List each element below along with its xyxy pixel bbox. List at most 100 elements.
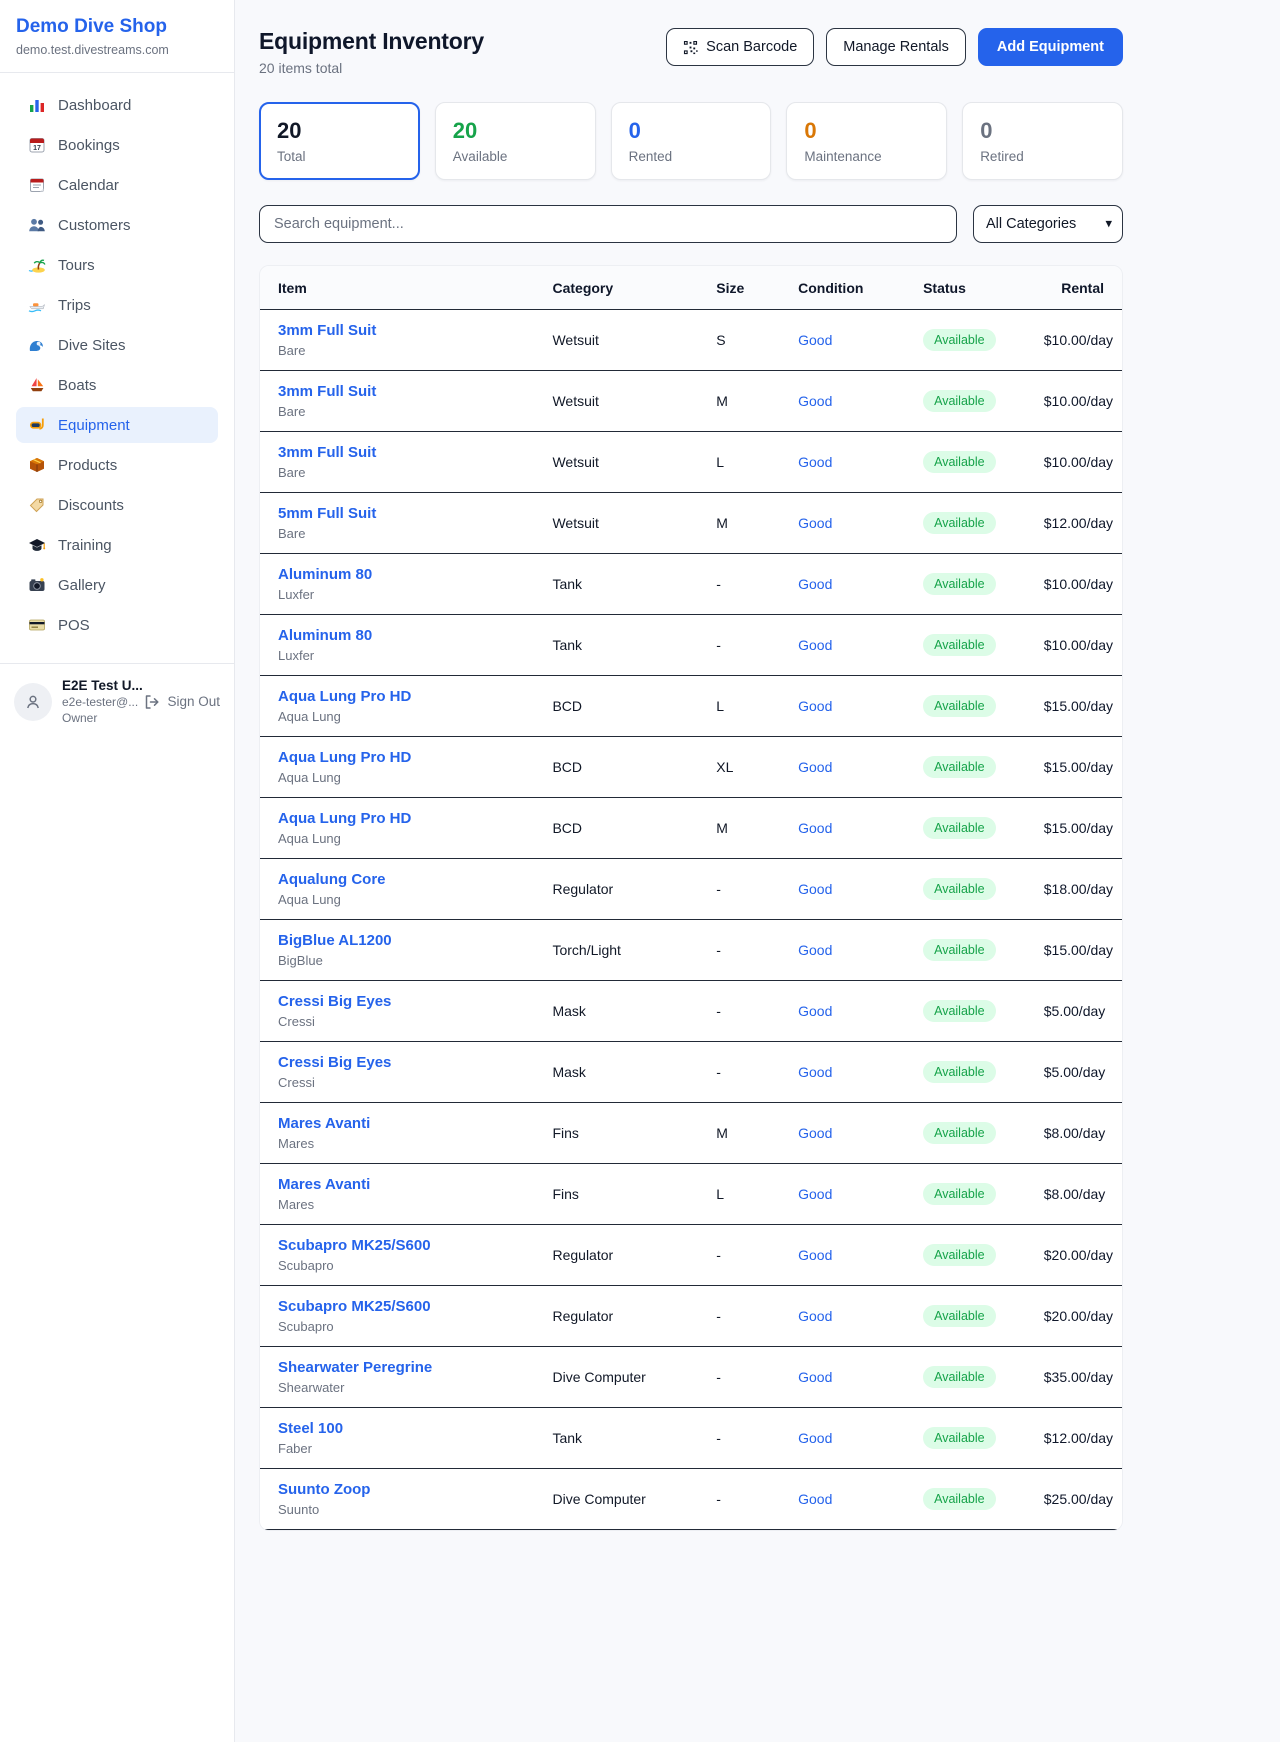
condition-link[interactable]: Good — [798, 698, 832, 714]
stat-value: 0 — [629, 118, 754, 144]
item-name-link[interactable]: Cressi Big Eyes — [278, 1054, 536, 1071]
stat-card[interactable]: 20 Available — [435, 102, 596, 180]
item-name-link[interactable]: Mares Avanti — [278, 1176, 536, 1193]
sidebar-item[interactable]: 17 Bookings — [16, 127, 218, 163]
table-row: Steel 100 Faber Tank - Good Available — [260, 1408, 1122, 1469]
search-input[interactable] — [259, 205, 957, 243]
status-badge: Available — [923, 1305, 996, 1327]
item-brand: BigBlue — [278, 953, 536, 968]
condition-link[interactable]: Good — [798, 1308, 832, 1324]
sidebar-item[interactable]: Customers — [16, 207, 218, 243]
condition-link[interactable]: Good — [798, 393, 832, 409]
stat-card[interactable]: 0 Retired — [962, 102, 1123, 180]
sidebar-item[interactable]: Dive Sites — [16, 327, 218, 363]
stat-card[interactable]: 20 Total — [259, 102, 420, 180]
stat-card[interactable]: 0 Maintenance — [786, 102, 947, 180]
user-name: E2E Test U... — [62, 678, 133, 693]
condition-link[interactable]: Good — [798, 1369, 832, 1385]
item-name-link[interactable]: Suunto Zoop — [278, 1481, 536, 1498]
page-title: Equipment Inventory — [259, 28, 484, 55]
item-category: Mask — [544, 981, 708, 1042]
add-equipment-button[interactable]: Add Equipment — [978, 28, 1123, 66]
item-name-link[interactable]: Aqua Lung Pro HD — [278, 810, 536, 827]
item-name-link[interactable]: Scubapro MK25/S600 — [278, 1298, 536, 1315]
item-name-link[interactable]: Steel 100 — [278, 1420, 536, 1437]
item-size: M — [708, 1103, 790, 1164]
sidebar-item-label: Customers — [58, 217, 131, 234]
item-name-link[interactable]: Mares Avanti — [278, 1115, 536, 1132]
add-equipment-label: Add Equipment — [997, 39, 1104, 55]
sidebar-item-label: Discounts — [58, 497, 124, 514]
item-name-link[interactable]: Shearwater Peregrine — [278, 1359, 536, 1376]
table-row: Mares Avanti Mares Fins L Good Available — [260, 1164, 1122, 1225]
item-name-link[interactable]: BigBlue AL1200 — [278, 932, 536, 949]
condition-link[interactable]: Good — [798, 1125, 832, 1141]
item-name-link[interactable]: Aqua Lung Pro HD — [278, 749, 536, 766]
sidebar-item[interactable]: Training — [16, 527, 218, 563]
rental-rate: $5.00/day — [1036, 981, 1122, 1042]
sidebar-nav: Dashboard 17 Bookings Calendar Customers… — [0, 73, 234, 653]
category-select[interactable]: All Categories — [973, 205, 1123, 243]
item-name-link[interactable]: Aqualung Core — [278, 871, 536, 888]
condition-link[interactable]: Good — [798, 1064, 832, 1080]
graduation-cap-icon — [28, 536, 46, 554]
status-badge: Available — [923, 451, 996, 473]
condition-link[interactable]: Good — [798, 942, 832, 958]
scan-barcode-button[interactable]: Scan Barcode — [666, 28, 814, 66]
condition-link[interactable]: Good — [798, 332, 832, 348]
rental-rate: $15.00/day — [1036, 737, 1122, 798]
item-name-link[interactable]: Cressi Big Eyes — [278, 993, 536, 1010]
status-badge: Available — [923, 878, 996, 900]
sidebar-item[interactable]: Trips — [16, 287, 218, 323]
condition-link[interactable]: Good — [798, 1186, 832, 1202]
table-row: Scubapro MK25/S600 Scubapro Regulator - … — [260, 1225, 1122, 1286]
manage-rentals-button[interactable]: Manage Rentals — [826, 28, 966, 66]
condition-link[interactable]: Good — [798, 1491, 832, 1507]
item-brand: Faber — [278, 1441, 536, 1456]
sidebar-item[interactable]: Equipment — [16, 407, 218, 443]
sidebar-item[interactable]: Calendar — [16, 167, 218, 203]
user-role: Owner — [62, 711, 133, 725]
item-category: Fins — [544, 1164, 708, 1225]
condition-link[interactable]: Good — [798, 637, 832, 653]
condition-link[interactable]: Good — [798, 820, 832, 836]
item-name-link[interactable]: Aluminum 80 — [278, 627, 536, 644]
sidebar-item[interactable]: Boats — [16, 367, 218, 403]
item-name-link[interactable]: 3mm Full Suit — [278, 322, 536, 339]
item-name-link[interactable]: Scubapro MK25/S600 — [278, 1237, 536, 1254]
speedboat-icon — [28, 296, 46, 314]
sidebar-item[interactable]: Products — [16, 447, 218, 483]
condition-link[interactable]: Good — [798, 1247, 832, 1263]
item-name-link[interactable]: Aqua Lung Pro HD — [278, 688, 536, 705]
sidebar-item[interactable]: POS — [16, 607, 218, 643]
condition-link[interactable]: Good — [798, 454, 832, 470]
sidebar-item[interactable]: Tours — [16, 247, 218, 283]
item-size: L — [708, 432, 790, 493]
item-size: - — [708, 615, 790, 676]
item-brand: Scubapro — [278, 1319, 536, 1334]
table-row: Cressi Big Eyes Cressi Mask - Good Avail… — [260, 1042, 1122, 1103]
sidebar-item[interactable]: Discounts — [16, 487, 218, 523]
item-name-link[interactable]: 5mm Full Suit — [278, 505, 536, 522]
item-name-link[interactable]: 3mm Full Suit — [278, 444, 536, 461]
table-row: BigBlue AL1200 BigBlue Torch/Light - Goo… — [260, 920, 1122, 981]
condition-link[interactable]: Good — [798, 515, 832, 531]
table-row: 3mm Full Suit Bare Wetsuit L Good Availa… — [260, 432, 1122, 493]
condition-link[interactable]: Good — [798, 759, 832, 775]
avatar — [14, 683, 52, 721]
sidebar-item[interactable]: Gallery — [16, 567, 218, 603]
condition-link[interactable]: Good — [798, 576, 832, 592]
sidebar-item[interactable]: Dashboard — [16, 87, 218, 123]
condition-link[interactable]: Good — [798, 881, 832, 897]
item-name-link[interactable]: 3mm Full Suit — [278, 383, 536, 400]
item-category: Dive Computer — [544, 1469, 708, 1530]
status-badge: Available — [923, 1000, 996, 1022]
condition-link[interactable]: Good — [798, 1430, 832, 1446]
condition-link[interactable]: Good — [798, 1003, 832, 1019]
stat-card[interactable]: 0 Rented — [611, 102, 772, 180]
item-name-link[interactable]: Aluminum 80 — [278, 566, 536, 583]
item-size: - — [708, 1347, 790, 1408]
item-size: - — [708, 554, 790, 615]
sidebar-item-label: Dashboard — [58, 97, 131, 114]
sign-out-button[interactable]: Sign Out — [143, 693, 220, 711]
